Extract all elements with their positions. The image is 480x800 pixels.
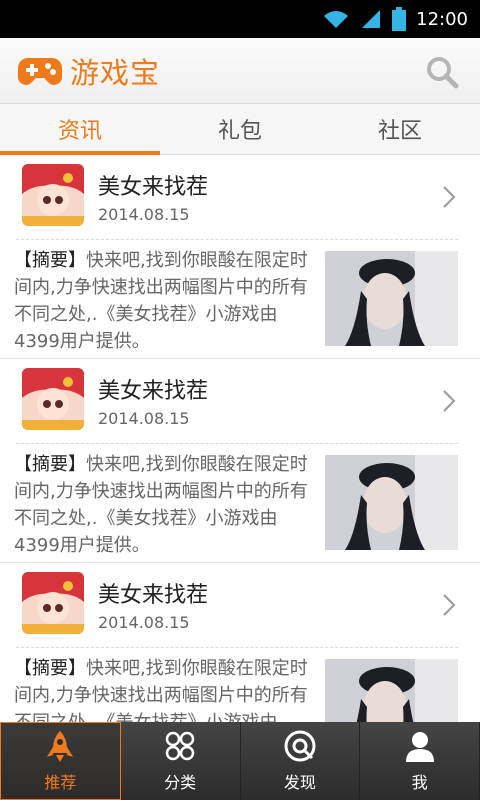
nav-label: 分类: [164, 773, 197, 792]
item-thumbnail[interactable]: [325, 455, 458, 550]
nav-me[interactable]: 我: [360, 722, 480, 800]
status-time: 12:00: [416, 8, 468, 30]
divider: [16, 239, 458, 240]
chevron-right-icon[interactable]: [442, 593, 456, 617]
bottom-nav: 推荐 分类 发现 我: [0, 722, 480, 800]
tab-community[interactable]: 社区: [320, 104, 480, 154]
tab-news[interactable]: 资讯: [0, 104, 160, 155]
nav-recommend[interactable]: 推荐: [0, 722, 121, 800]
summary-tag: 【摘要】: [14, 454, 86, 475]
item-date: 2014.08.15: [98, 613, 190, 632]
item-title: 美女来找茬: [98, 583, 209, 608]
list-item[interactable]: 美女来找茬 2014.08.15 【摘要】快来吧,找到你眼酸在限定时间内,力争快…: [0, 359, 480, 563]
nav-label: 推荐: [44, 773, 77, 792]
item-date: 2014.08.15: [98, 409, 190, 428]
tab-gifts[interactable]: 礼包: [160, 104, 320, 154]
search-icon: [427, 57, 459, 89]
game-avatar-icon: [22, 164, 84, 226]
nav-label: 发现: [283, 773, 316, 792]
gamepad-icon: [18, 51, 62, 91]
app-title: 游戏宝: [70, 55, 161, 90]
rocket-icon: [47, 731, 74, 762]
user-icon: [405, 732, 434, 762]
item-header[interactable]: 美女来找茬 2014.08.15: [0, 359, 480, 443]
item-date: 2014.08.15: [98, 205, 190, 224]
signal-icon: [362, 10, 381, 28]
chevron-right-icon[interactable]: [442, 185, 456, 209]
item-summary: 【摘要】快来吧,找到你眼酸在限定时间内,力争快速找出两幅图片中的所有不同之处,.…: [14, 247, 314, 355]
wifi-icon: [324, 11, 349, 28]
chevron-right-icon[interactable]: [442, 389, 456, 413]
game-avatar-icon: [22, 572, 84, 634]
grid-icon: [165, 731, 195, 761]
search-button[interactable]: [424, 54, 460, 90]
status-bar: 12:00: [0, 0, 480, 38]
compass-icon: [284, 730, 316, 762]
nav-discover[interactable]: 发现: [241, 722, 361, 800]
list-item[interactable]: 美女来找茬 2014.08.15 【摘要】快来吧,找到你眼酸在限定时间内,力争快…: [0, 155, 480, 359]
app-bar: 游戏宝: [0, 38, 480, 104]
battery-icon: [392, 7, 407, 31]
nav-label: 我: [411, 773, 428, 792]
item-header[interactable]: 美女来找茬 2014.08.15: [0, 155, 480, 239]
item-title: 美女来找茬: [98, 175, 209, 200]
nav-category[interactable]: 分类: [121, 722, 241, 800]
game-avatar-icon: [22, 368, 84, 430]
news-feed[interactable]: 美女来找茬 2014.08.15 【摘要】快来吧,找到你眼酸在限定时间内,力争快…: [0, 155, 480, 722]
divider: [16, 647, 458, 648]
summary-tag: 【摘要】: [14, 250, 86, 271]
item-thumbnail[interactable]: [325, 251, 458, 346]
divider: [16, 443, 458, 444]
item-thumbnail[interactable]: [325, 659, 458, 722]
item-header[interactable]: 美女来找茬 2014.08.15: [0, 563, 480, 647]
tab-bar: 资讯 礼包 社区: [0, 104, 480, 155]
item-summary: 【摘要】快来吧,找到你眼酸在限定时间内,力争快速找出两幅图片中的所有不同之处,.…: [14, 655, 314, 722]
item-summary: 【摘要】快来吧,找到你眼酸在限定时间内,力争快速找出两幅图片中的所有不同之处,.…: [14, 451, 314, 559]
summary-tag: 【摘要】: [14, 658, 86, 679]
item-title: 美女来找茬: [98, 379, 209, 404]
list-item[interactable]: 美女来找茬 2014.08.15 【摘要】快来吧,找到你眼酸在限定时间内,力争快…: [0, 563, 480, 722]
